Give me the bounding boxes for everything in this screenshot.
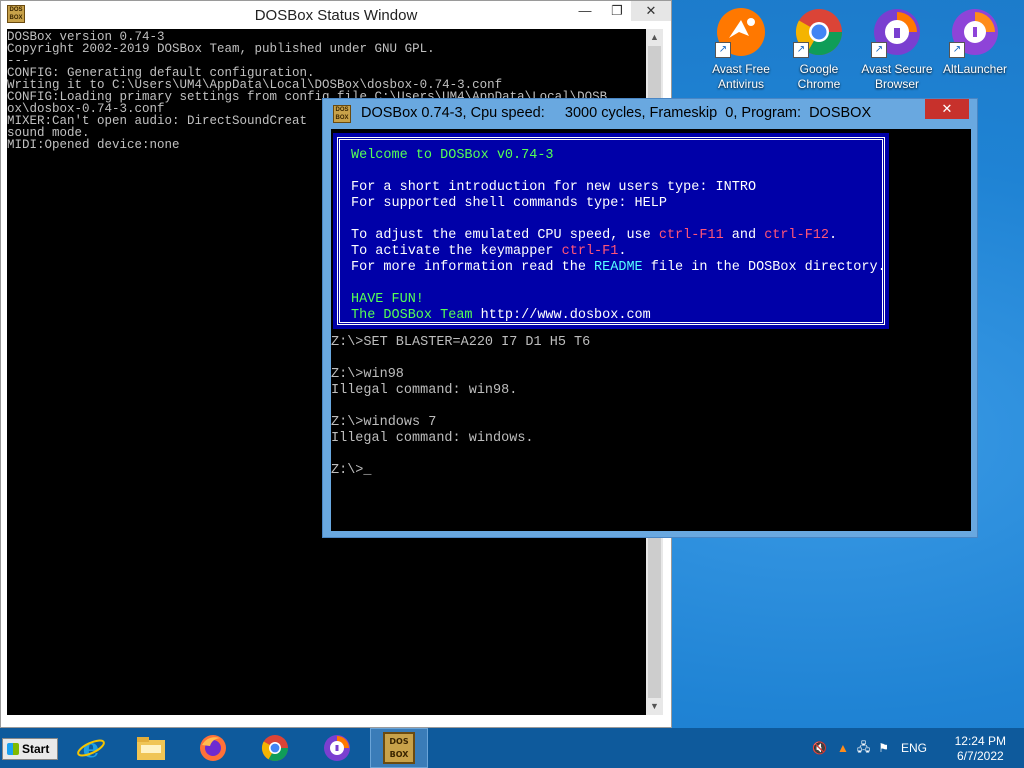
shortcut-arrow-icon: ↗ xyxy=(715,42,731,58)
start-label: Start xyxy=(22,742,50,756)
taskbar: Start e DOS BOX 🔇 ▲ 🖧 ⚑ ENG 12:24 PM 6/7/… xyxy=(0,728,1024,768)
desktop-icon-label: Avast Free Antivirus xyxy=(712,62,770,91)
dos-line: Z:\>win98 xyxy=(331,367,404,382)
team-line: The DOSBox Team http://www.dosbox.com xyxy=(351,308,651,323)
desktop-icon-avast-antivirus[interactable]: ↗ Avast Free Antivirus xyxy=(704,6,778,92)
shortcut-arrow-icon: ↗ xyxy=(949,42,965,58)
desktop-icon-chrome[interactable]: ↗ Google Chrome xyxy=(782,6,856,92)
dos-line xyxy=(331,447,971,463)
dos-line xyxy=(331,351,971,367)
taskbar-file-explorer[interactable] xyxy=(122,728,180,768)
file-explorer-icon xyxy=(137,737,165,760)
windows-icon xyxy=(7,743,19,755)
close-button[interactable]: ✕ xyxy=(925,99,969,119)
svg-text:DOS: DOS xyxy=(389,737,408,746)
dosbox-icon: DOS BOX xyxy=(383,732,415,764)
avast-browser-icon xyxy=(324,735,350,761)
restore-button[interactable]: ❐ xyxy=(603,1,631,21)
desktop-icon-label: Avast Secure Browser xyxy=(861,62,933,91)
clock-date: 6/7/2022 xyxy=(956,749,1004,763)
intro-line: For a short introduction for new users t… xyxy=(351,180,757,195)
speaker-muted-icon[interactable]: 🔇 xyxy=(812,741,827,755)
dos-line xyxy=(331,399,971,415)
welcome-banner: Welcome to DOSBox v0.74-3 For a short in… xyxy=(333,133,889,329)
keymapper-line: To activate the keymapper ctrl-F1. xyxy=(351,244,627,259)
clock[interactable]: 12:24 PM 6/7/2022 xyxy=(955,734,1006,764)
altlauncher-icon: ↗ xyxy=(949,6,1001,58)
language-indicator[interactable]: ENG xyxy=(901,741,927,755)
avast-icon: ↗ xyxy=(715,6,767,58)
network-icon[interactable]: 🖧 xyxy=(857,738,870,759)
dos-line: Z:\>SET BLASTER=A220 I7 D1 H5 T6 xyxy=(331,335,591,350)
dos-console-output: Z:\>SET BLASTER=A220 I7 D1 H5 T6 Z:\>win… xyxy=(331,335,971,479)
svg-text:e: e xyxy=(83,734,100,763)
dos-line: Illegal command: windows. xyxy=(331,431,534,446)
taskbar-dosbox[interactable]: DOS BOX xyxy=(370,728,428,768)
desktop-icon-label: Google Chrome xyxy=(797,62,841,91)
dosbox-logo-icon: DOS BOX xyxy=(333,105,351,123)
console-line: Copyright 2002-2019 DOSBox Team, publish… xyxy=(7,42,435,56)
dosbox-title: DOSBox 0.74-3, Cpu speed: 3000 cycles, F… xyxy=(361,105,872,121)
start-button[interactable]: Start xyxy=(2,738,58,760)
taskbar-firefox[interactable] xyxy=(184,728,242,768)
info-line: For more information read the README fil… xyxy=(351,260,886,275)
chrome-icon: ↗ xyxy=(793,6,845,58)
internet-explorer-icon: e xyxy=(77,734,105,763)
firefox-icon xyxy=(200,735,226,761)
system-tray: 🔇 ▲ 🖧 ⚑ ENG xyxy=(812,728,927,768)
desktop-icon-label: AltLauncher xyxy=(942,62,1008,76)
close-button[interactable]: ✕ xyxy=(631,1,671,21)
shortcut-arrow-icon: ↗ xyxy=(871,42,887,58)
action-center-flag-icon[interactable]: ⚑ xyxy=(878,741,889,755)
status-window-titlebar[interactable]: DOS BOX DOSBox Status Window — ❐ ✕ xyxy=(1,1,671,29)
chrome-icon xyxy=(261,735,289,762)
dosbox-screen[interactable]: Welcome to DOSBox v0.74-3 For a short in… xyxy=(331,129,971,531)
shortcut-arrow-icon: ↗ xyxy=(793,42,809,58)
minimize-button[interactable]: — xyxy=(571,1,599,21)
help-line: For supported shell commands type: HELP xyxy=(351,196,667,211)
welcome-line: Welcome to DOSBox v0.74-3 xyxy=(351,148,554,163)
scroll-down-icon[interactable]: ▼ xyxy=(646,698,663,715)
clock-time: 12:24 PM xyxy=(954,734,1006,748)
taskbar-internet-explorer[interactable]: e xyxy=(62,728,120,768)
desktop-icon-altlauncher[interactable]: ↗ AltLauncher xyxy=(938,6,1012,77)
avast-browser-icon: ↗ xyxy=(871,6,923,58)
dos-line: Illegal command: win98. xyxy=(331,383,518,398)
svg-text:BOX: BOX xyxy=(390,750,410,759)
avast-tray-icon[interactable]: ▲ xyxy=(837,741,849,755)
have-fun-line: HAVE FUN! xyxy=(351,292,424,307)
dos-prompt[interactable]: Z:\>_ xyxy=(331,463,971,479)
scroll-up-icon[interactable]: ▲ xyxy=(646,29,663,46)
desktop-icon-avast-browser[interactable]: ↗ Avast Secure Browser xyxy=(860,6,934,92)
taskbar-chrome[interactable] xyxy=(246,728,304,768)
cpu-speed-line: To adjust the emulated CPU speed, use ct… xyxy=(351,228,838,243)
dosbox-titlebar[interactable]: DOS BOX DOSBox 0.74-3, Cpu speed: 3000 cy… xyxy=(323,99,977,129)
taskbar-avast-browser[interactable] xyxy=(308,728,366,768)
dosbox-window: DOS BOX DOSBox 0.74-3, Cpu speed: 3000 cy… xyxy=(322,98,978,538)
dos-line: Z:\>windows 7 xyxy=(331,415,437,430)
